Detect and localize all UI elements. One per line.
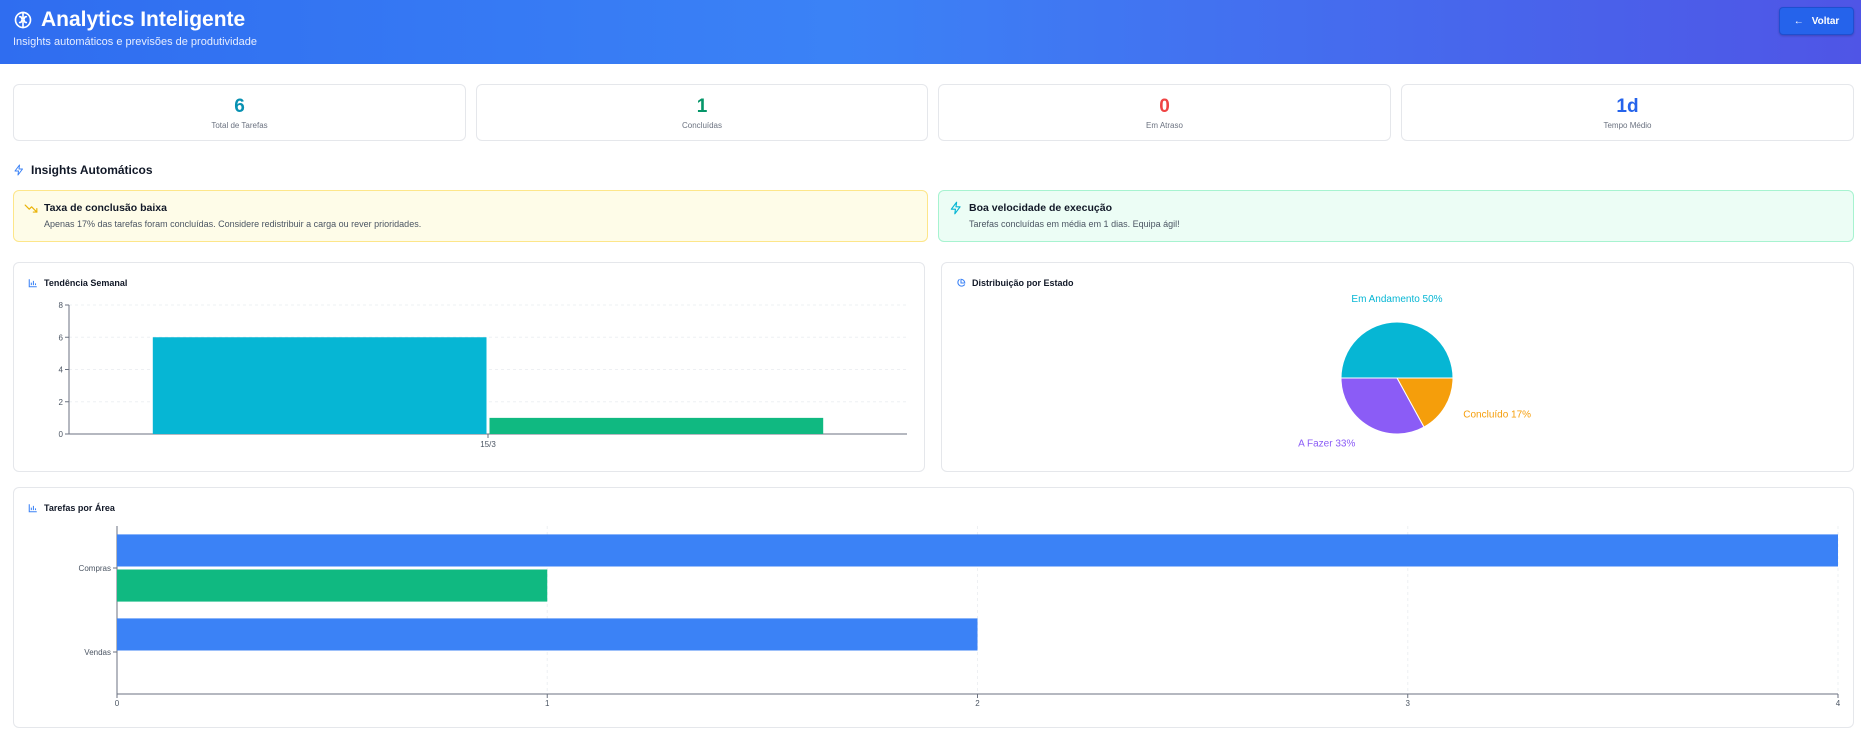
pie-label: Concluído 17% <box>1463 410 1531 421</box>
stat-card-total: 6 Total de Tarefas <box>13 84 466 141</box>
insight-title: Boa velocidade de execução <box>969 202 1112 214</box>
x-tick-label: 4 <box>1836 699 1841 708</box>
x-tick-label: 0 <box>115 699 120 708</box>
weekly-trend-card: Tendência Semanal 0 2 4 6 8 15/3 <box>13 262 925 472</box>
stat-label: Concluídas <box>681 121 723 130</box>
page-header: Analytics Inteligente Insights automátic… <box>0 0 1861 64</box>
bar <box>117 534 1838 567</box>
insight-text: Tarefas concluídas em média em 1 dias. E… <box>969 219 1180 229</box>
distribution-pie-chart: Em Andamento 50% Concluído 17% A Fazer 33% <box>1298 294 1531 449</box>
insight-title: Taxa de conclusão baixa <box>44 202 167 214</box>
y-tick-label: Vendas <box>84 648 111 657</box>
insights-section-title-text: Insights Automáticos <box>31 163 153 177</box>
stat-label: Em Atraso <box>1146 121 1183 130</box>
x-tick-label: 15/3 <box>480 440 496 449</box>
y-tick-label: 4 <box>59 366 64 375</box>
y-tick-label: 0 <box>59 430 64 439</box>
arrow-left-icon: ← <box>1793 15 1804 27</box>
areas-card: Tarefas por Área 0 1 2 3 4 Compras Vendas <box>13 487 1854 728</box>
insights-section-title: Insights Automáticos <box>13 163 153 177</box>
distribution-card: Distribuição por Estado Em Andamento 50%… <box>941 262 1854 472</box>
insight-card-good-speed: Boa velocidade de execução Tarefas concl… <box>938 190 1854 242</box>
insight-text: Apenas 17% das tarefas foram concluídas.… <box>44 219 422 229</box>
weekly-trend-chart: 0 2 4 6 8 15/3 <box>59 301 907 449</box>
pie-label: Em Andamento 50% <box>1351 294 1442 305</box>
page-title: Analytics Inteligente <box>13 8 245 32</box>
areas-bar-chart: 0 1 2 3 4 Compras Vendas <box>79 526 1841 708</box>
brain-icon <box>14 11 32 29</box>
stat-card-completed: 1 Concluídas <box>476 84 928 141</box>
bar <box>117 569 548 602</box>
bar <box>489 417 824 434</box>
page-title-text: Analytics Inteligente <box>41 8 246 31</box>
y-tick-label: 6 <box>59 333 64 342</box>
trending-down-icon <box>24 204 38 213</box>
zap-icon <box>14 164 23 176</box>
stat-value: 1 <box>696 96 708 117</box>
stat-label: Tempo Médio <box>1603 121 1652 130</box>
x-tick-label: 2 <box>975 699 980 708</box>
y-tick-label: 2 <box>59 398 64 407</box>
x-tick-label: 3 <box>1406 699 1411 708</box>
stat-card-overdue: 0 Em Atraso <box>938 84 1391 141</box>
bar <box>152 337 487 434</box>
zap-icon <box>950 201 961 215</box>
x-tick-label: 1 <box>545 699 550 708</box>
insight-card-low-completion: Taxa de conclusão baixa Apenas 17% das t… <box>13 190 928 242</box>
pie-slice <box>1340 321 1454 379</box>
stat-value: 1d <box>1616 96 1639 117</box>
bar <box>117 618 978 651</box>
stat-label: Total de Tarefas <box>211 121 268 130</box>
stat-value: 6 <box>234 96 245 117</box>
page-subtitle: Insights automáticos e previsões de prod… <box>13 36 257 48</box>
back-button[interactable]: ← Voltar <box>1779 7 1854 35</box>
stat-value: 0 <box>1159 96 1170 117</box>
y-tick-label: Compras <box>79 564 111 573</box>
pie-label: A Fazer 33% <box>1298 438 1355 449</box>
y-tick-label: 8 <box>59 301 64 310</box>
back-button-label: Voltar <box>1811 15 1840 27</box>
stat-card-avg-time: 1d Tempo Médio <box>1401 84 1854 141</box>
